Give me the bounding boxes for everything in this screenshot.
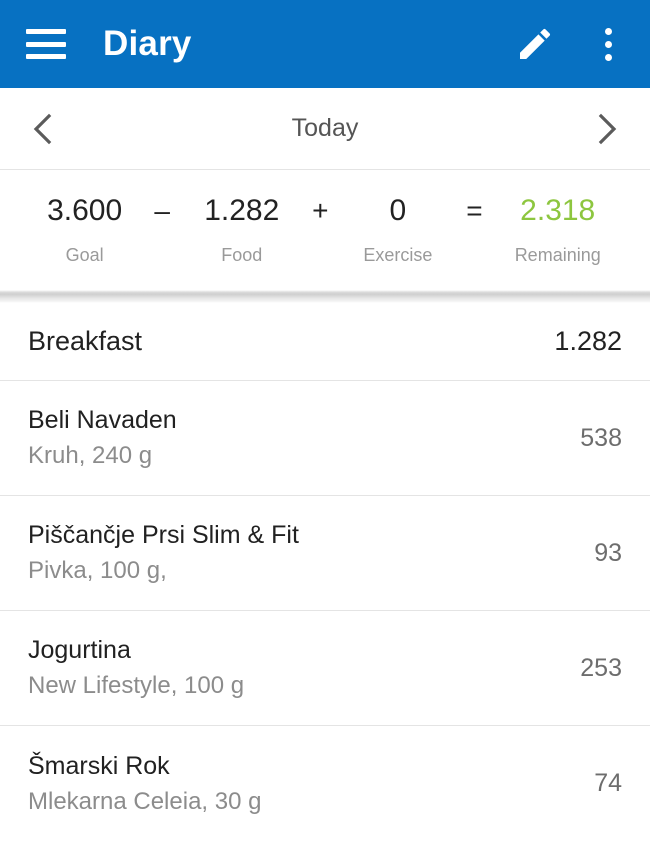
minus-operator: –	[154, 195, 170, 226]
remaining-label: Remaining	[514, 245, 601, 265]
entry-text: Piščančje Prsi Slim & Fit Pivka, 100 g,	[28, 518, 299, 588]
entry-text: Jogurtina New Lifestyle, 100 g	[28, 633, 244, 703]
entry-text: Šmarski Rok Mlekarna Celeia, 30 g	[28, 749, 261, 819]
entry-subtitle: Kruh, 240 g	[28, 442, 153, 469]
app-toolbar: Diary	[0, 0, 650, 88]
page-title: Diary	[103, 24, 192, 63]
entry-subtitle: Mlekarna Celeia, 30 g	[28, 787, 262, 815]
entry-calories: 253	[580, 653, 622, 682]
chevron-left-icon[interactable]	[0, 88, 86, 169]
pencil-edit-icon[interactable]	[512, 21, 558, 67]
food-value: 1.282	[204, 194, 280, 227]
remaining-value: 2.318	[520, 194, 596, 227]
entry-subtitle: New Lifestyle, 100 g	[28, 672, 245, 699]
meal-name: Breakfast	[28, 326, 143, 356]
exercise-value: 0	[389, 194, 407, 227]
entry-calories: 538	[580, 423, 622, 452]
list-item[interactable]: Piščančje Prsi Slim & Fit Pivka, 100 g, …	[0, 496, 650, 611]
overflow-dots	[604, 27, 612, 61]
entry-title: Šmarski Rok	[28, 751, 170, 780]
goal-label: Goal	[65, 245, 104, 265]
entry-calories: 93	[594, 538, 622, 567]
meal-total-calories: 1.282	[554, 326, 622, 356]
current-date-label[interactable]: Today	[86, 114, 564, 143]
plus-operator: +	[312, 195, 329, 226]
calorie-summary-row: 3.600 Goal – 1.282 Food + 0 Exercise = 2…	[0, 192, 650, 270]
list-item[interactable]: Jogurtina New Lifestyle, 100 g 253	[0, 611, 650, 726]
entry-text: Beli Navaden Kruh, 240 g	[28, 403, 177, 473]
calorie-summary: 3.600 Goal – 1.282 Food + 0 Exercise = 2…	[0, 170, 650, 290]
summary-exercise: 0 Exercise	[340, 192, 455, 270]
entry-subtitle: Pivka, 100 g,	[28, 557, 167, 584]
goal-value: 3.600	[47, 194, 123, 227]
list-item[interactable]: Beli Navaden Kruh, 240 g 538	[0, 381, 650, 496]
section-divider-shadow	[0, 290, 650, 303]
diary-entry-list: Breakfast 1.282 Beli Navaden Kruh, 240 g…	[0, 303, 650, 841]
summary-goal: 3.600 Goal	[28, 192, 141, 270]
chevron-right-icon[interactable]	[564, 88, 650, 169]
list-item[interactable]: Šmarski Rok Mlekarna Celeia, 30 g 74	[0, 726, 650, 841]
food-label: Food	[221, 245, 263, 265]
equals-operator: =	[466, 195, 483, 226]
entry-title: Piščančje Prsi Slim & Fit	[28, 521, 299, 549]
summary-remaining: 2.318 Remaining	[493, 192, 622, 270]
date-navigation-bar: Today	[0, 88, 650, 170]
entry-title: Beli Navaden	[28, 406, 177, 434]
meal-header-breakfast[interactable]: Breakfast 1.282	[0, 303, 650, 381]
more-vertical-icon[interactable]	[588, 21, 628, 67]
summary-food: 1.282 Food	[183, 192, 300, 270]
entry-title: Jogurtina	[28, 636, 131, 664]
diary-screen: Diary Today 3.600 Goal – 1.282 Food + 0 …	[0, 0, 650, 852]
entry-calories: 74	[594, 769, 622, 797]
hamburger-menu-icon[interactable]	[26, 29, 66, 59]
exercise-label: Exercise	[363, 245, 433, 265]
